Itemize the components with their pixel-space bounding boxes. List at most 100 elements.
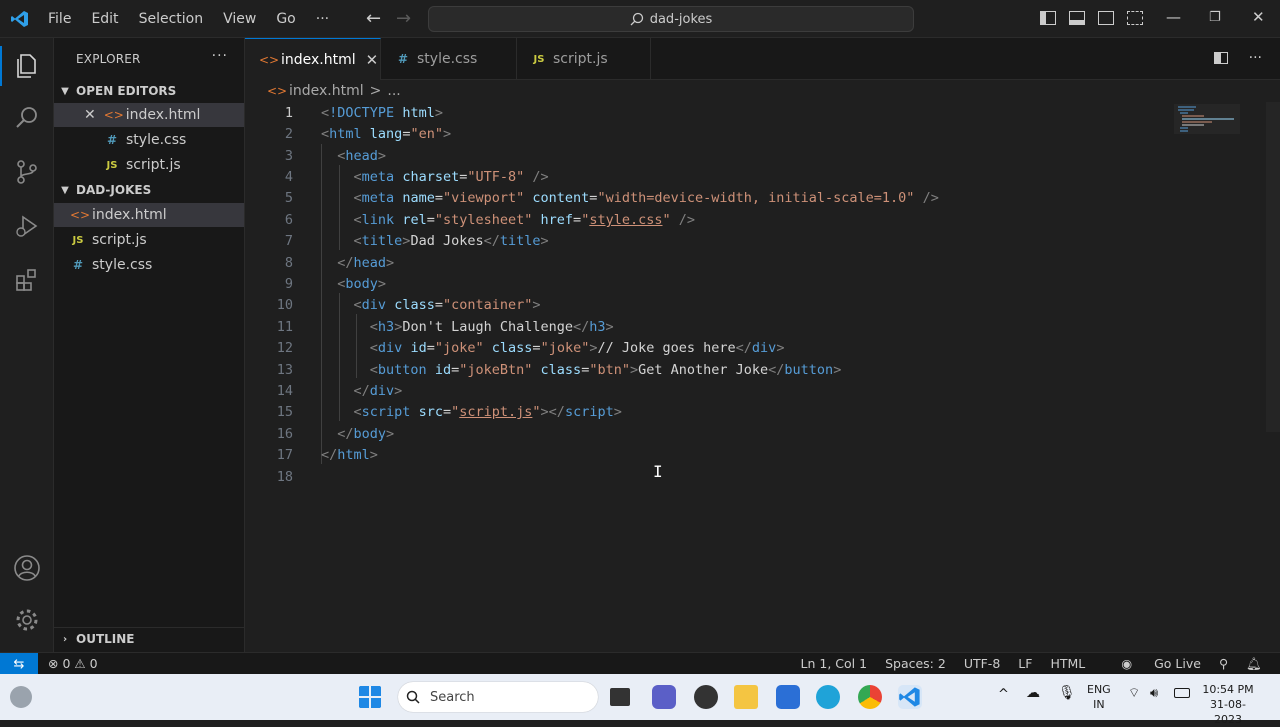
remote-indicator-icon[interactable]: ⇆ xyxy=(0,653,38,675)
widgets-icon[interactable] xyxy=(10,686,32,708)
open-editor-label: script.js xyxy=(126,157,181,173)
outline-label: OUTLINE xyxy=(76,632,135,646)
split-editor-icon[interactable] xyxy=(1214,52,1229,64)
teams-chat-icon[interactable] xyxy=(652,685,676,709)
line-number: 7 xyxy=(284,233,293,249)
clock-date: 31-08-2023 xyxy=(1210,698,1246,726)
maximize-icon[interactable]: ❐ xyxy=(1209,10,1221,25)
chevron-up-icon[interactable]: ^ xyxy=(998,687,1009,702)
run-debug-icon[interactable] xyxy=(11,210,43,242)
toggle-secondary-sidebar-icon[interactable] xyxy=(1098,11,1114,25)
minimize-icon[interactable]: — xyxy=(1166,8,1181,26)
menu-edit[interactable]: Edit xyxy=(91,11,118,27)
onedrive-cloud-icon[interactable]: ☁ xyxy=(1026,686,1040,701)
open-editor-item[interactable]: # style.css xyxy=(54,128,244,152)
language-mode[interactable]: HTML xyxy=(1050,656,1085,672)
chrome-browser-icon[interactable] xyxy=(858,685,882,709)
file-label: script.js xyxy=(92,232,147,248)
line-number: 2 xyxy=(284,126,293,142)
vscode-taskbar-icon[interactable] xyxy=(898,685,922,709)
end-of-line[interactable]: LF xyxy=(1018,656,1032,672)
search-icon xyxy=(406,690,420,704)
microsoft-store-icon[interactable] xyxy=(776,685,800,709)
vertical-scrollbar[interactable] xyxy=(1266,102,1280,432)
notifications-bell-icon[interactable]: 🔔︎ xyxy=(1246,656,1262,672)
command-center-search[interactable]: dad-jokes xyxy=(428,6,914,32)
explorer-more-icon[interactable]: ··· xyxy=(212,48,228,64)
windows-taskbar: Search ^ ☁ 🎙︎ ENG IN ⌔ 🔊︎ 10:54 PM 31-08… xyxy=(0,674,1280,726)
windows-start-icon[interactable] xyxy=(358,685,382,709)
line-number: 5 xyxy=(284,190,293,206)
open-editors-header[interactable]: ▼ OPEN EDITORS xyxy=(54,80,244,102)
microphone-icon[interactable]: 🎙︎ xyxy=(1058,686,1076,701)
language-indicator[interactable]: ENG IN xyxy=(1087,682,1111,712)
indentation[interactable]: Spaces: 2 xyxy=(885,656,946,672)
open-editor-label: style.css xyxy=(126,132,187,148)
vscode-logo-icon xyxy=(11,11,28,27)
breadcrumb-rest[interactable]: ... xyxy=(387,83,400,99)
file-item-script-js[interactable]: JS script.js xyxy=(54,228,244,252)
edge-browser-icon[interactable] xyxy=(816,685,840,709)
breadcrumb-file[interactable]: index.html xyxy=(289,83,364,99)
code-line: <link rel="stylesheet" href="style.css" … xyxy=(353,212,696,228)
open-editor-item[interactable]: ✕ <> index.html xyxy=(54,103,244,127)
open-editor-item[interactable]: JS script.js xyxy=(54,153,244,177)
close-editor-icon[interactable]: ✕ xyxy=(84,107,96,123)
minimap[interactable] xyxy=(1174,104,1240,134)
taskbar-search[interactable]: Search xyxy=(398,682,598,712)
extensions-icon[interactable] xyxy=(11,264,43,296)
battery-icon[interactable] xyxy=(1174,688,1190,698)
code-line: <button id="jokeBtn" class="btn">Get Ano… xyxy=(369,362,842,378)
error-count: 0 xyxy=(62,656,71,671)
wifi-icon[interactable]: ⌔ xyxy=(1128,686,1140,701)
outline-header[interactable]: › OUTLINE xyxy=(54,627,244,650)
task-view-icon[interactable] xyxy=(610,688,630,706)
code-editor[interactable]: 1 2 3 4 5 6 7 8 9 10 11 12 13 14 15 16 17 18 <!DOCTYPE ht… xyxy=(245,102,1280,652)
more-actions-icon[interactable]: ··· xyxy=(1249,50,1262,66)
search-view-icon[interactable] xyxy=(11,102,43,134)
error-icon: ⊗ xyxy=(48,656,59,671)
source-control-icon[interactable] xyxy=(11,156,43,188)
explorer-icon[interactable] xyxy=(0,46,43,86)
encoding[interactable]: UTF-8 xyxy=(964,656,1000,672)
file-item-index-html[interactable]: <> index.html xyxy=(54,203,244,227)
volume-icon[interactable]: 🔊︎ xyxy=(1150,686,1158,701)
customize-layout-icon[interactable] xyxy=(1127,11,1143,25)
tab-label: style.css xyxy=(417,51,478,67)
menu-file[interactable]: File xyxy=(48,11,71,27)
close-window-icon[interactable]: ✕ xyxy=(1252,8,1265,26)
js-file-icon: JS xyxy=(533,53,545,65)
problems-indicator[interactable]: ⊗ 0 ⚠ 0 xyxy=(48,656,98,671)
tab-index-html[interactable]: <> index.html ✕ xyxy=(245,38,381,80)
forward-arrow-icon[interactable]: → xyxy=(396,10,411,28)
back-arrow-icon[interactable]: ← xyxy=(366,10,381,28)
folder-header[interactable]: ▼ DAD-JOKES xyxy=(54,179,244,201)
menu-go[interactable]: Go xyxy=(276,11,295,27)
status-right: Ln 1, Col 1 Spaces: 2 UTF-8 LF HTML ◉ Go… xyxy=(783,656,1262,672)
code-line: </div> xyxy=(353,383,403,399)
menu-more[interactable]: ··· xyxy=(316,11,329,27)
toggle-panel-icon[interactable] xyxy=(1069,11,1085,25)
code-line: <div id="joke" class="joke">// Joke goes… xyxy=(369,340,785,356)
file-item-style-css[interactable]: # style.css xyxy=(54,253,244,277)
app-icon[interactable] xyxy=(694,685,718,709)
go-live-button[interactable]: ◉ Go Live xyxy=(1103,656,1201,672)
code-line: </head> xyxy=(337,255,395,271)
cursor-position[interactable]: Ln 1, Col 1 xyxy=(801,656,868,672)
toggle-primary-sidebar-icon[interactable] xyxy=(1040,11,1056,25)
tab-script-js[interactable]: JS script.js xyxy=(517,38,651,80)
manage-gear-icon[interactable] xyxy=(11,604,43,636)
feedback-icon[interactable]: ⚲ xyxy=(1219,656,1228,672)
clock[interactable]: 10:54 PM 31-08-2023 xyxy=(1200,682,1256,727)
line-number: 18 xyxy=(276,469,293,485)
menu-selection[interactable]: Selection xyxy=(139,11,204,27)
accounts-icon[interactable] xyxy=(11,552,43,584)
html-file-icon: <> xyxy=(70,208,91,222)
tab-style-css[interactable]: # style.css xyxy=(381,38,517,80)
text-cursor-icon: I xyxy=(653,462,663,481)
file-explorer-icon[interactable] xyxy=(734,685,758,709)
close-tab-icon[interactable]: ✕ xyxy=(366,51,379,69)
go-live-label: Go Live xyxy=(1154,656,1201,671)
menu-view[interactable]: View xyxy=(223,11,256,27)
css-file-icon: # xyxy=(106,133,118,147)
